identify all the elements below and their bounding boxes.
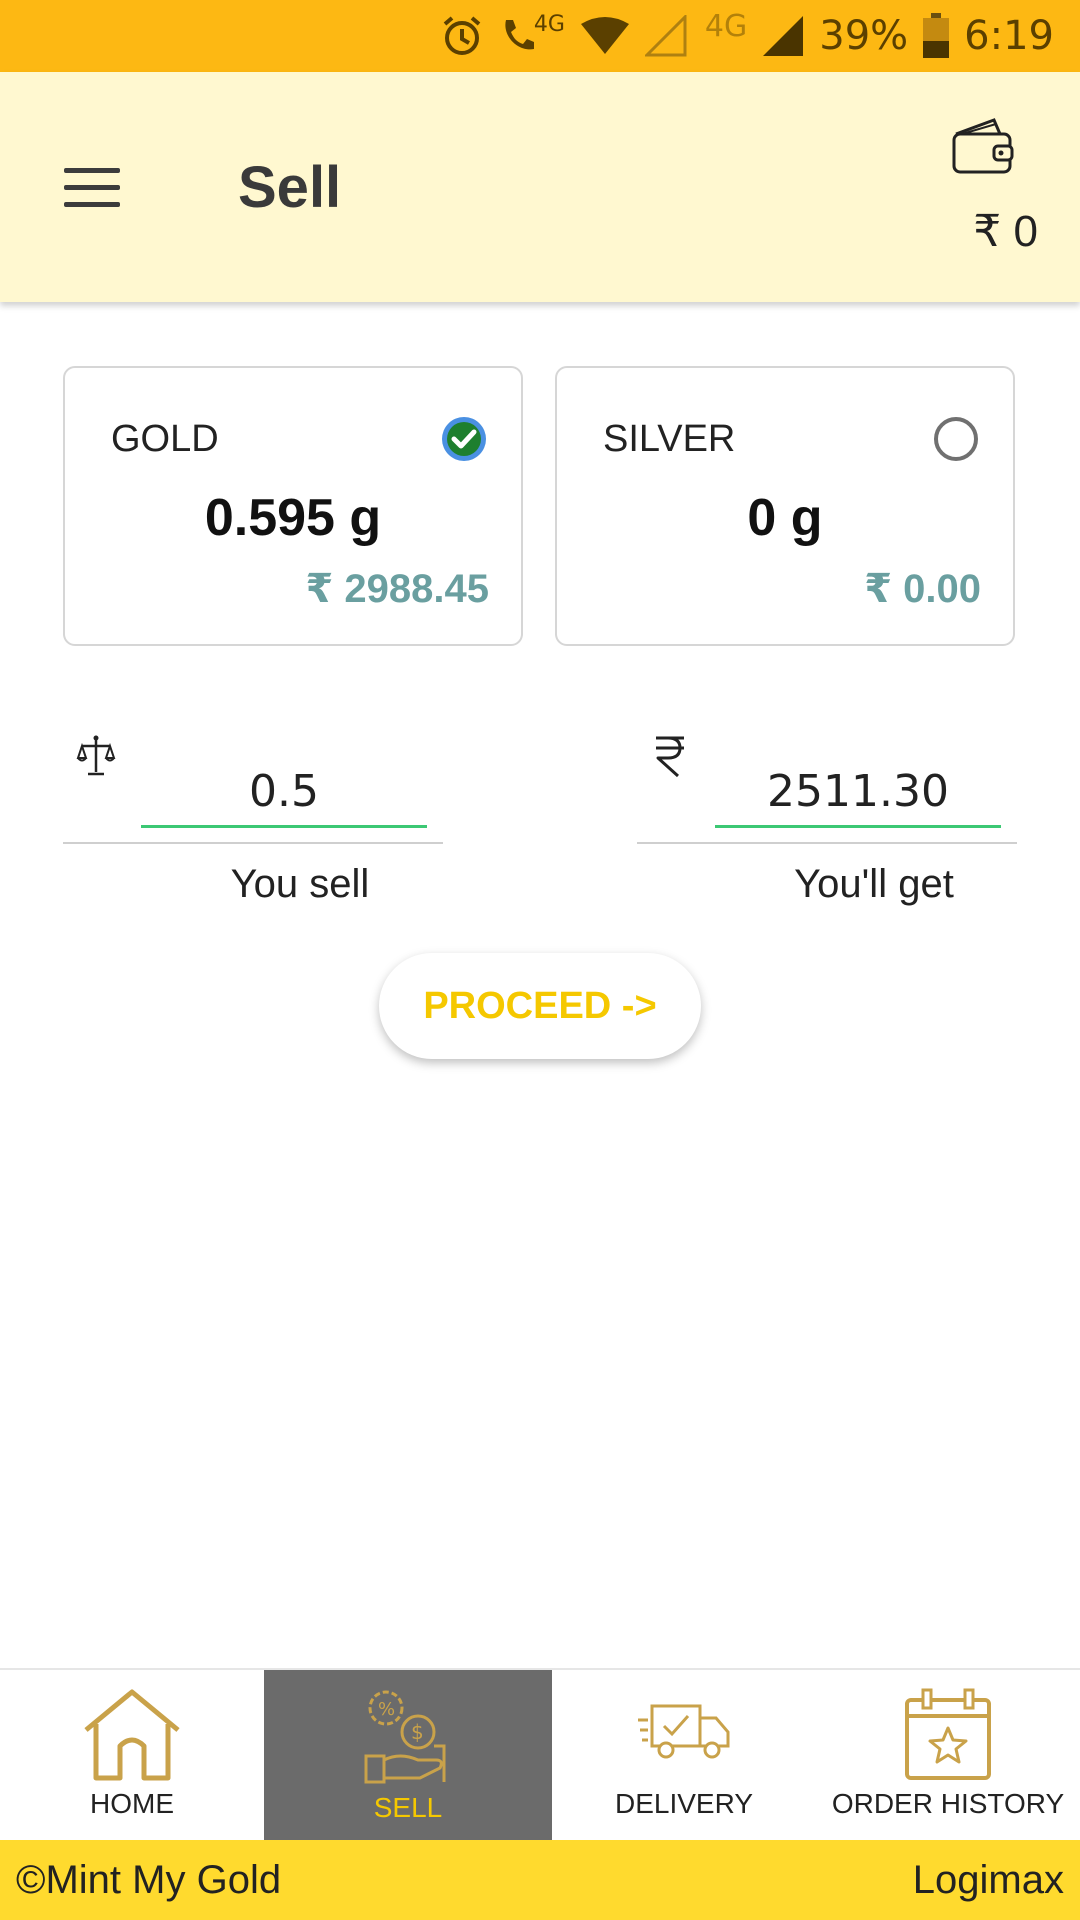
sell-weight-input[interactable] [141, 758, 427, 828]
page-title: Sell [238, 155, 342, 220]
battery-icon [922, 13, 950, 59]
bottom-nav: HOME % $ SELL DELIVERY ORDER HISTORY [0, 1668, 1080, 1842]
wallet-balance: ₹ 0 [973, 207, 1038, 256]
nav-item-sell[interactable]: % $ SELL [264, 1670, 552, 1842]
delivery-truck-icon [638, 1704, 730, 1759]
nav-label-delivery: DELIVERY [615, 1788, 753, 1819]
get-field-divider [637, 842, 1017, 844]
get-caption: You'll get [794, 862, 954, 906]
nav-item-order-history[interactable]: ORDER HISTORY [816, 1670, 1080, 1842]
footer-brand: Logimax [912, 1857, 1064, 1902]
get-amount-input[interactable] [715, 758, 1001, 828]
nav-label-home: HOME [90, 1788, 174, 1819]
wifi-icon [579, 16, 631, 56]
wallet-icon[interactable] [950, 114, 1016, 180]
gold-weight: 0.595 g [204, 489, 382, 547]
scale-icon [76, 734, 116, 778]
menu-icon[interactable] [64, 168, 120, 208]
alarm-icon [440, 14, 484, 58]
gold-label: GOLD [111, 418, 219, 460]
signal-empty-icon [644, 15, 687, 57]
home-icon [84, 1689, 180, 1781]
gold-checked-icon[interactable] [441, 416, 487, 462]
svg-text:%: % [378, 1699, 395, 1720]
gold-value: ₹ 2988.45 [305, 567, 489, 611]
call-icon [498, 16, 538, 56]
footer: ©Mint My Gold Logimax [0, 1840, 1080, 1920]
sell-icon: % $ [364, 1690, 446, 1784]
svg-text:$: $ [411, 1720, 424, 1744]
network-type-small: 4G [533, 11, 565, 37]
battery-percent: 39% [819, 13, 909, 59]
silver-label: SILVER [603, 418, 736, 460]
clock-time: 6:19 [964, 13, 1054, 59]
rupee-icon [650, 732, 690, 778]
signal-full-icon [761, 14, 805, 58]
nav-item-home[interactable]: HOME [0, 1670, 264, 1842]
calendar-star-icon [905, 1688, 991, 1780]
silver-weight: 0 g [747, 489, 823, 547]
gold-card[interactable]: GOLD 0.595 g ₹ 2988.45 [63, 366, 523, 646]
silver-card[interactable]: SILVER 0 g ₹ 0.00 [555, 366, 1015, 646]
proceed-button[interactable]: PROCEED -> [379, 953, 701, 1059]
footer-copyright: ©Mint My Gold [16, 1857, 282, 1902]
nav-label-sell: SELL [373, 1792, 443, 1823]
silver-radio-icon[interactable] [933, 416, 979, 462]
silver-value: ₹ 0.00 [864, 567, 981, 611]
nav-label-order-history: ORDER HISTORY [831, 1788, 1065, 1819]
network-type-large: 4G [704, 8, 748, 44]
sell-caption: You sell [230, 862, 370, 906]
app-bar: Sell ₹ 0 [0, 72, 1080, 302]
status-bar: 4G 4G 39% 6:19 [0, 0, 1080, 72]
sell-field-divider [63, 842, 443, 844]
nav-item-delivery[interactable]: DELIVERY [552, 1670, 816, 1842]
